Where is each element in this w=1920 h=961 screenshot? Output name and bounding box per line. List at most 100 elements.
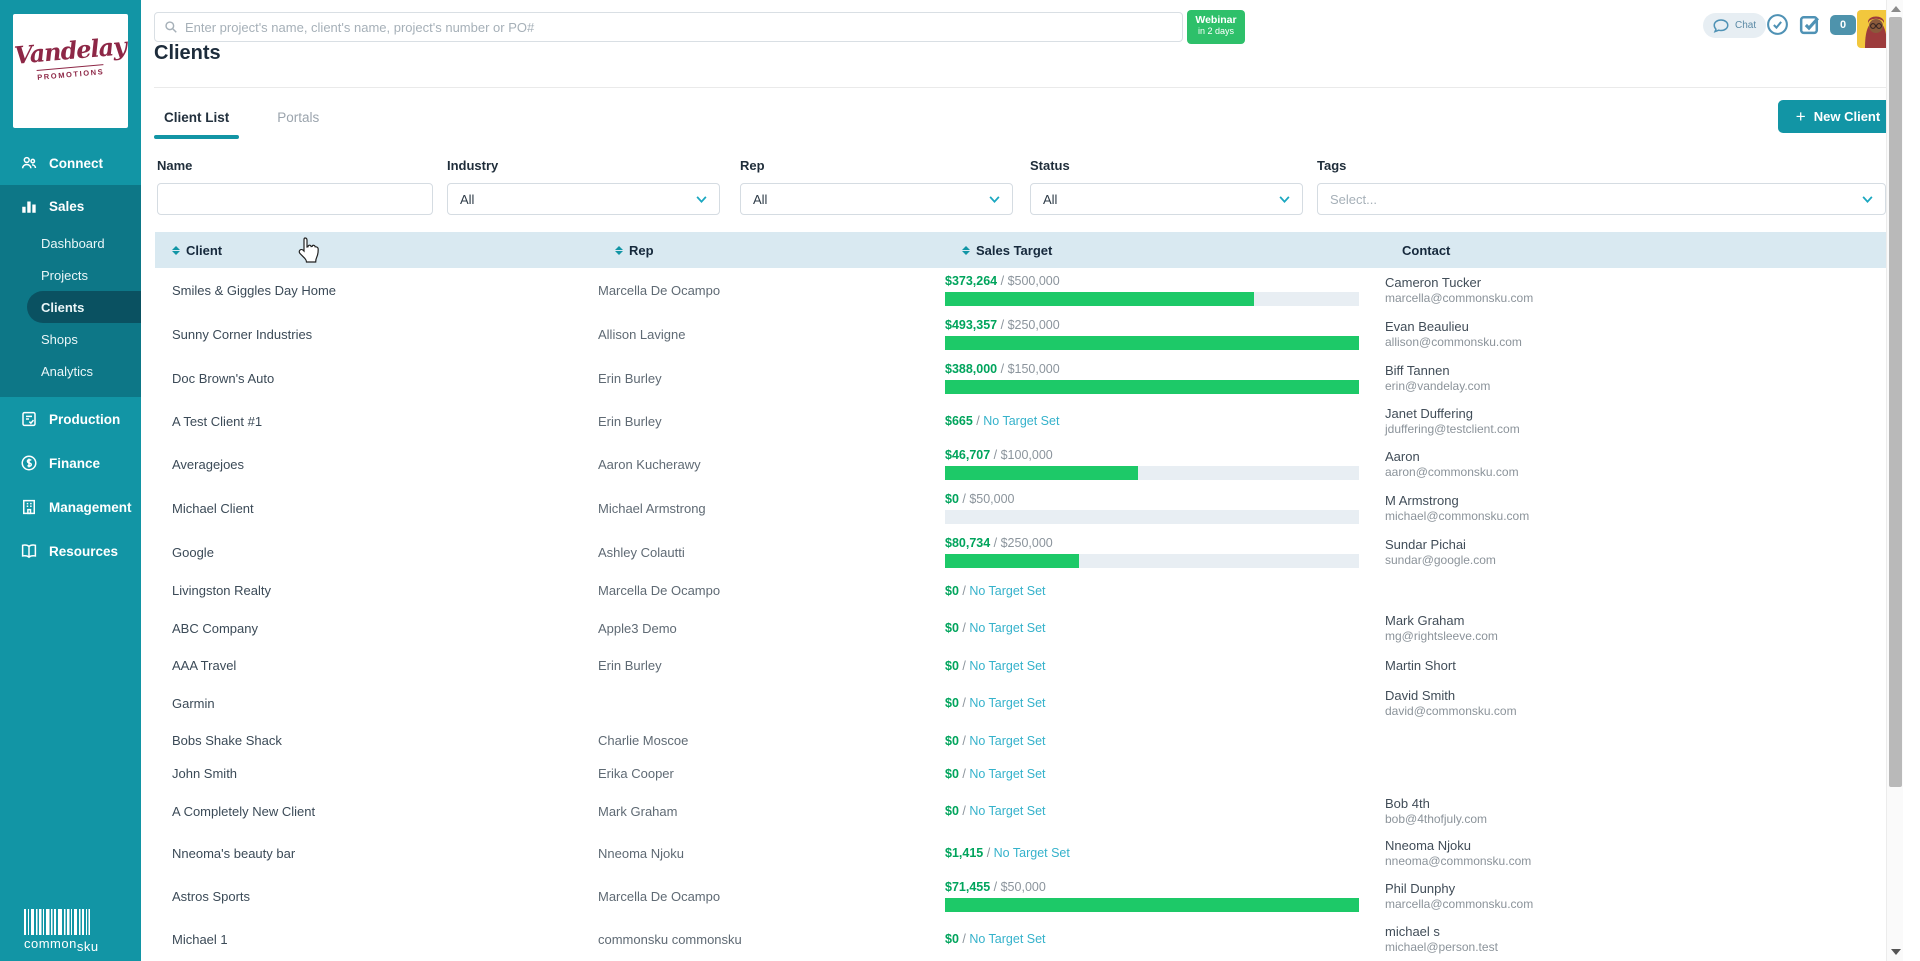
contact-cell: Nneoma Njokunneoma@commonsku.com	[1385, 838, 1903, 869]
client-name[interactable]: John Smith	[155, 766, 598, 781]
sales-target-cell: $0 / No Target Set	[945, 767, 1385, 781]
scrollbar-thumb[interactable]	[1889, 17, 1902, 787]
sidebar-item-resources[interactable]: Resources	[0, 529, 141, 573]
contact-email[interactable]: michael@person.test	[1385, 940, 1903, 955]
new-client-button[interactable]: + New Client	[1778, 100, 1898, 133]
no-target-link[interactable]: No Target Set	[969, 932, 1045, 946]
table-row[interactable]: AAA TravelErin Burley$0 / No Target SetM…	[155, 649, 1903, 682]
table-row[interactable]: GoogleAshley Colautti$80,734 / $250,000S…	[155, 530, 1903, 574]
no-target-link[interactable]: No Target Set	[969, 696, 1045, 710]
contact-email[interactable]: sundar@google.com	[1385, 553, 1903, 568]
table-row[interactable]: AveragejoesAaron Kucherawy$46,707 / $100…	[155, 442, 1903, 486]
notification-count-badge[interactable]: 0	[1830, 15, 1856, 35]
sidebar-item-connect[interactable]: Connect	[0, 141, 141, 185]
client-name[interactable]: Bobs Shake Shack	[155, 733, 598, 748]
client-name[interactable]: Michael Client	[155, 501, 598, 516]
sidebar-item-production[interactable]: Production	[0, 397, 141, 441]
chat-button[interactable]: Chat	[1703, 13, 1766, 38]
no-target-link[interactable]: No Target Set	[994, 846, 1070, 860]
contact-email[interactable]: jduffering@testclient.com	[1385, 422, 1903, 437]
sidebar-item-projects[interactable]: Projects	[0, 259, 141, 291]
client-name[interactable]: Nneoma's beauty bar	[155, 846, 598, 861]
tab-portals[interactable]: Portals	[267, 104, 329, 139]
vertical-scrollbar[interactable]	[1886, 0, 1903, 961]
sidebar-item-finance[interactable]: Finance	[0, 441, 141, 485]
table-row[interactable]: Doc Brown's AutoErin Burley$388,000 / $1…	[155, 356, 1903, 400]
filter-rep-select[interactable]: All	[740, 183, 1013, 215]
scroll-up-arrow-icon[interactable]	[1891, 6, 1901, 12]
sidebar-item-analytics[interactable]: Analytics	[0, 355, 141, 387]
sales-value: $0	[945, 804, 959, 818]
contact-email[interactable]: allison@commonsku.com	[1385, 335, 1903, 350]
sidebar-item-dashboard[interactable]: Dashboard	[0, 227, 141, 259]
contact-email[interactable]: erin@vandelay.com	[1385, 379, 1903, 394]
sales-target-cell: $665 / No Target Set	[945, 414, 1385, 428]
contact-email[interactable]: nneoma@commonsku.com	[1385, 854, 1903, 869]
filter-name-input[interactable]	[157, 183, 433, 215]
no-target-link[interactable]: No Target Set	[969, 804, 1045, 818]
contact-email[interactable]: michael@commonsku.com	[1385, 509, 1903, 524]
client-name[interactable]: Google	[155, 545, 598, 560]
contact-email[interactable]: bob@4thofjuly.com	[1385, 812, 1903, 827]
table-row[interactable]: ABC CompanyApple3 Demo$0 / No Target Set…	[155, 607, 1903, 649]
table-row[interactable]: Astros SportsMarcella De Ocampo$71,455 /…	[155, 874, 1903, 918]
contact-email[interactable]: david@commonsku.com	[1385, 704, 1903, 719]
contact-email[interactable]: aaron@commonsku.com	[1385, 465, 1903, 480]
contact-email[interactable]: marcella@commonsku.com	[1385, 291, 1903, 306]
client-name[interactable]: Livingston Realty	[155, 583, 598, 598]
client-name[interactable]: Smiles & Giggles Day Home	[155, 283, 598, 298]
table-row[interactable]: John SmithErika Cooper$0 / No Target Set	[155, 757, 1903, 790]
no-target-link[interactable]: No Target Set	[983, 414, 1059, 428]
scroll-down-arrow-icon[interactable]	[1891, 949, 1901, 955]
progress-fill	[945, 466, 1138, 480]
sidebar-item-management[interactable]: Management	[0, 485, 141, 529]
table-row[interactable]: Livingston RealtyMarcella De Ocampo$0 / …	[155, 574, 1903, 607]
filter-status: Status All	[1030, 158, 1303, 215]
client-name[interactable]: Garmin	[155, 696, 598, 711]
table-row[interactable]: Nneoma's beauty barNneoma Njoku$1,415 / …	[155, 832, 1903, 874]
tab-client-list[interactable]: Client List	[154, 104, 239, 139]
table-row[interactable]: Garmin$0 / No Target SetDavid Smithdavid…	[155, 682, 1903, 724]
filter-industry-select[interactable]: All	[447, 183, 720, 215]
contact-name: michael s	[1385, 924, 1903, 940]
no-target-link[interactable]: No Target Set	[969, 767, 1045, 781]
clipboard-icon	[20, 410, 38, 428]
filter-tags-select[interactable]: Select...	[1317, 183, 1886, 215]
reminders-button[interactable]	[1765, 12, 1790, 40]
table-row[interactable]: A Test Client #1Erin Burley$665 / No Tar…	[155, 400, 1903, 442]
company-logo[interactable]: Vandelay PROMOTIONS	[13, 14, 128, 128]
commonsku-logo[interactable]: commonsku	[24, 909, 94, 951]
filter-status-select[interactable]: All	[1030, 183, 1303, 215]
sales-target-cell: $493,357 / $250,000	[945, 318, 1385, 350]
no-target-link[interactable]: No Target Set	[969, 621, 1045, 635]
tasks-button[interactable]	[1797, 12, 1822, 40]
table-row[interactable]: Michael 1commonsku commonsku$0 / No Targ…	[155, 918, 1903, 960]
client-name[interactable]: A Test Client #1	[155, 414, 598, 429]
table-row[interactable]: Smiles & Giggles Day HomeMarcella De Oca…	[155, 268, 1903, 312]
sidebar-item-shops[interactable]: Shops	[0, 323, 141, 355]
no-target-link[interactable]: No Target Set	[969, 584, 1045, 598]
webinar-badge[interactable]: Webinar in 2 days	[1187, 10, 1245, 44]
no-target-link[interactable]: No Target Set	[969, 734, 1045, 748]
client-name[interactable]: Averagejoes	[155, 457, 598, 472]
table-row[interactable]: Sunny Corner IndustriesAllison Lavigne$4…	[155, 312, 1903, 356]
column-header-sales-target[interactable]: Sales Target	[945, 243, 1385, 258]
no-target-link[interactable]: No Target Set	[969, 659, 1045, 673]
client-name[interactable]: Doc Brown's Auto	[155, 371, 598, 386]
table-row[interactable]: Bobs Shake ShackCharlie Moscoe$0 / No Ta…	[155, 724, 1903, 757]
client-name[interactable]: Sunny Corner Industries	[155, 327, 598, 342]
column-header-client[interactable]: Client	[155, 243, 598, 258]
client-name[interactable]: Astros Sports	[155, 889, 598, 904]
table-row[interactable]: Michael ClientMichael Armstrong$0 / $50,…	[155, 486, 1903, 530]
search-input[interactable]	[154, 12, 1183, 42]
contact-email[interactable]: mg@rightsleeve.com	[1385, 629, 1903, 644]
column-header-rep[interactable]: Rep	[598, 243, 945, 258]
client-name[interactable]: A Completely New Client	[155, 804, 598, 819]
sidebar-item-sales[interactable]: Sales	[0, 185, 141, 227]
contact-email[interactable]: marcella@commonsku.com	[1385, 897, 1903, 912]
table-row[interactable]: A Completely New ClientMark Graham$0 / N…	[155, 790, 1903, 832]
sidebar-item-clients[interactable]: Clients	[27, 291, 141, 323]
client-name[interactable]: AAA Travel	[155, 658, 598, 673]
client-name[interactable]: ABC Company	[155, 621, 598, 636]
client-name[interactable]: Michael 1	[155, 932, 598, 947]
